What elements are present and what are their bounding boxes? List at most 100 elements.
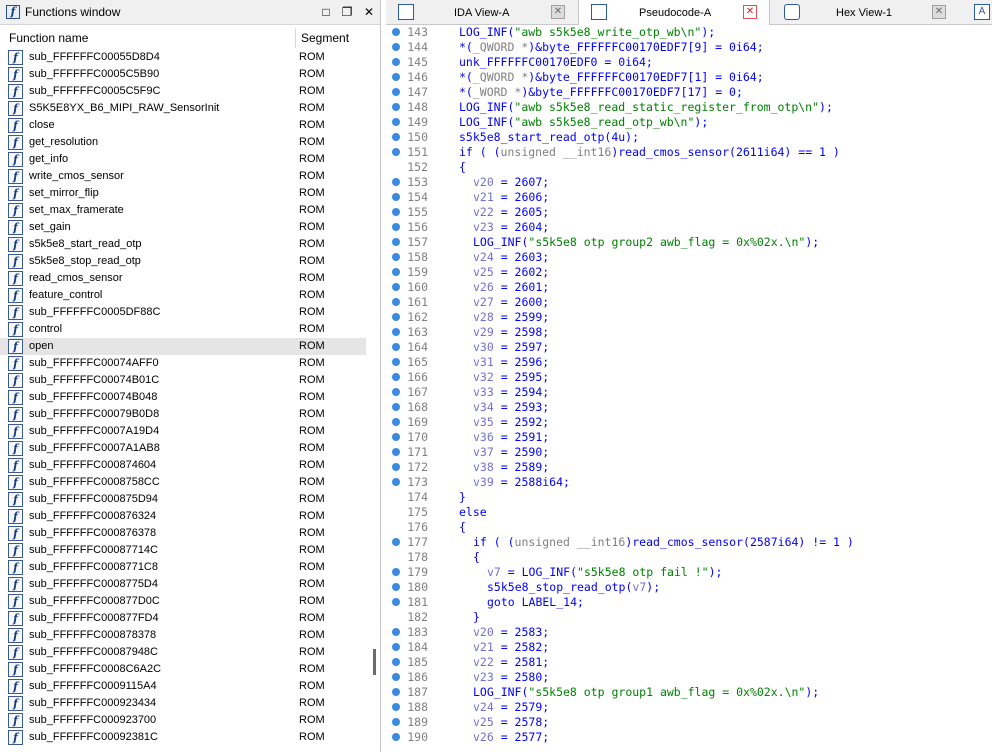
column-function-name[interactable]: Function name <box>9 31 88 45</box>
code-line[interactable]: 162 v28 = 2599; <box>386 310 992 325</box>
breakpoint-dot-icon[interactable] <box>392 433 400 441</box>
code-line[interactable]: 143 LOG_INF("awb s5k5e8_write_otp_wb\n"); <box>386 25 992 40</box>
code-text[interactable]: } <box>473 610 480 625</box>
code-text[interactable]: goto LABEL_14; <box>487 595 584 610</box>
code-text[interactable]: v22 = 2581; <box>473 655 549 670</box>
tab-pseudocode-a[interactable]: Pseudocode-A ✕ <box>578 0 770 25</box>
code-text[interactable]: v38 = 2589; <box>473 460 549 475</box>
breakpoint-dot-icon[interactable] <box>392 193 400 201</box>
function-row[interactable]: f sub_FFFFFFC00074AFF0 ROM <box>0 355 366 372</box>
code-line[interactable]: 153 v20 = 2607; <box>386 175 992 190</box>
function-row[interactable]: f read_cmos_sensor ROM <box>0 270 366 287</box>
code-line[interactable]: 161 v27 = 2600; <box>386 295 992 310</box>
code-text[interactable]: LOG_INF("awb s5k5e8_write_otp_wb\n"); <box>459 25 715 40</box>
code-text[interactable]: v28 = 2599; <box>473 310 549 325</box>
code-text[interactable]: v26 = 2601; <box>473 280 549 295</box>
function-row[interactable]: f open ROM <box>0 338 366 355</box>
code-text[interactable]: v25 = 2578; <box>473 715 549 730</box>
pseudocode-view[interactable]: 143 LOG_INF("awb s5k5e8_write_otp_wb\n");… <box>386 25 992 752</box>
breakpoint-dot-icon[interactable] <box>392 538 400 546</box>
breakpoint-dot-icon[interactable] <box>392 103 400 111</box>
code-text[interactable]: v20 = 2583; <box>473 625 549 640</box>
breakpoint-dot-icon[interactable] <box>392 733 400 741</box>
breakpoint-dot-icon[interactable] <box>392 328 400 336</box>
code-line[interactable]: 144 *(_QWORD *)&byte_FFFFFFC00170EDF7[9] … <box>386 40 992 55</box>
code-line[interactable]: 168 v34 = 2593; <box>386 400 992 415</box>
code-line[interactable]: 166 v32 = 2595; <box>386 370 992 385</box>
code-line[interactable]: 151 if ( (unsigned __int16)read_cmos_sens… <box>386 145 992 160</box>
breakpoint-dot-icon[interactable] <box>392 388 400 396</box>
breakpoint-dot-icon[interactable] <box>392 403 400 411</box>
code-line[interactable]: 176 { <box>386 520 992 535</box>
code-line[interactable]: 154 v21 = 2606; <box>386 190 992 205</box>
function-row[interactable]: f sub_FFFFFFC00092381C ROM <box>0 729 366 746</box>
code-line[interactable]: 174} <box>386 490 992 505</box>
code-text[interactable]: v25 = 2602; <box>473 265 549 280</box>
tab-hex-view-1[interactable]: Hex View-1 ✕ <box>772 0 962 25</box>
tab-close-icon[interactable]: ✕ <box>743 5 757 19</box>
code-line[interactable]: 167 v33 = 2594; <box>386 385 992 400</box>
breakpoint-dot-icon[interactable] <box>392 343 400 351</box>
code-text[interactable]: LOG_INF("awb s5k5e8_read_static_register… <box>459 100 833 115</box>
function-row[interactable]: f get_resolution ROM <box>0 134 366 151</box>
function-row[interactable]: f sub_FFFFFFC0007A19D4 ROM <box>0 423 366 440</box>
code-text[interactable]: } <box>459 490 466 505</box>
restore-icon[interactable]: ❐ <box>339 4 355 20</box>
code-line[interactable]: 185 v22 = 2581; <box>386 655 992 670</box>
code-text[interactable]: LOG_INF("awb s5k5e8_read_otp_wb\n"); <box>459 115 708 130</box>
function-row[interactable]: f sub_FFFFFFC000923434 ROM <box>0 695 366 712</box>
function-row[interactable]: f control ROM <box>0 321 366 338</box>
function-row[interactable]: f s5k5e8_start_read_otp ROM <box>0 236 366 253</box>
function-row[interactable]: f sub_FFFFFFC000877FD4 ROM <box>0 610 366 627</box>
breakpoint-dot-icon[interactable] <box>392 718 400 726</box>
code-text[interactable]: { <box>473 550 480 565</box>
code-text[interactable]: v24 = 2603; <box>473 250 549 265</box>
close-icon[interactable]: ✕ <box>361 4 377 20</box>
code-line[interactable]: 170 v36 = 2591; <box>386 430 992 445</box>
breakpoint-dot-icon[interactable] <box>392 208 400 216</box>
code-text[interactable]: if ( (unsigned __int16)read_cmos_sensor(… <box>459 145 840 160</box>
code-text[interactable]: s5k5e8_start_read_otp(4u); <box>459 130 639 145</box>
code-line[interactable]: 177 if ( (unsigned __int16)read_cmos_sens… <box>386 535 992 550</box>
code-line[interactable]: 158 v24 = 2603; <box>386 250 992 265</box>
function-row[interactable]: f sub_FFFFFFC0008771C8 ROM <box>0 559 366 576</box>
breakpoint-dot-icon[interactable] <box>392 43 400 51</box>
breakpoint-dot-icon[interactable] <box>392 73 400 81</box>
breakpoint-dot-icon[interactable] <box>392 298 400 306</box>
code-line[interactable]: 189 v25 = 2578; <box>386 715 992 730</box>
breakpoint-dot-icon[interactable] <box>392 283 400 291</box>
code-line[interactable]: 163 v29 = 2598; <box>386 325 992 340</box>
code-line[interactable]: 156 v23 = 2604; <box>386 220 992 235</box>
function-row[interactable]: f sub_FFFFFFC0008775D4 ROM <box>0 576 366 593</box>
function-row[interactable]: f sub_FFFFFFC0005DF88C ROM <box>0 304 366 321</box>
code-text[interactable]: v33 = 2594; <box>473 385 549 400</box>
breakpoint-dot-icon[interactable] <box>392 313 400 321</box>
code-line[interactable]: 149 LOG_INF("awb s5k5e8_read_otp_wb\n"); <box>386 115 992 130</box>
code-text[interactable]: v20 = 2607; <box>473 175 549 190</box>
function-row[interactable]: f sub_FFFFFFC000877D0C ROM <box>0 593 366 610</box>
code-line[interactable]: 179 v7 = LOG_INF("s5k5e8 otp fail !"); <box>386 565 992 580</box>
code-line[interactable]: 155 v22 = 2605; <box>386 205 992 220</box>
code-text[interactable]: unk_FFFFFFC00170EDF0 = 0i64; <box>459 55 653 70</box>
tab-ida-view-a[interactable]: IDA View-A ✕ <box>386 0 576 25</box>
function-row[interactable]: f sub_FFFFFFC000874604 ROM <box>0 457 366 474</box>
breakpoint-dot-icon[interactable] <box>392 448 400 456</box>
code-text[interactable]: v39 = 2588i64; <box>473 475 570 490</box>
function-row[interactable]: f get_info ROM <box>0 151 366 168</box>
code-line[interactable]: 187 LOG_INF("s5k5e8 otp group1 awb_flag =… <box>386 685 992 700</box>
code-line[interactable]: 171 v37 = 2590; <box>386 445 992 460</box>
breakpoint-dot-icon[interactable] <box>392 658 400 666</box>
tab-close-icon[interactable]: ✕ <box>551 5 565 19</box>
code-text[interactable]: s5k5e8_stop_read_otp(v7); <box>487 580 660 595</box>
code-text[interactable]: v31 = 2596; <box>473 355 549 370</box>
code-line[interactable]: 165 v31 = 2596; <box>386 355 992 370</box>
breakpoint-dot-icon[interactable] <box>392 598 400 606</box>
code-text[interactable]: LOG_INF("s5k5e8 otp group1 awb_flag = 0x… <box>473 685 819 700</box>
code-line[interactable]: 175 else <box>386 505 992 520</box>
function-row[interactable]: f sub_FFFFFFC0008C6A2C ROM <box>0 661 366 678</box>
breakpoint-dot-icon[interactable] <box>392 58 400 66</box>
function-row[interactable]: f sub_FFFFFFC0007A1AB8 ROM <box>0 440 366 457</box>
function-row[interactable]: f set_max_framerate ROM <box>0 202 366 219</box>
function-row[interactable]: f sub_FFFFFFC000875D94 ROM <box>0 491 366 508</box>
function-row[interactable]: f sub_FFFFFFC000876324 ROM <box>0 508 366 525</box>
